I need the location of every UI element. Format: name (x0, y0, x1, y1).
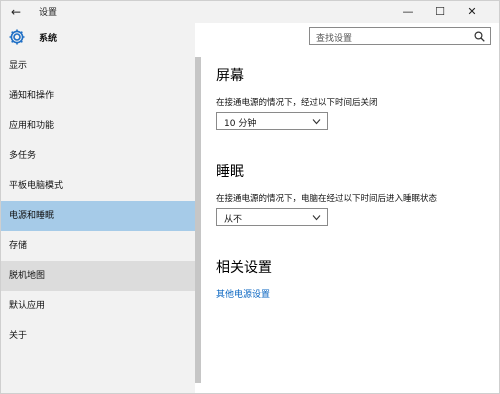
close-button[interactable]: ✕ (457, 1, 487, 23)
chevron-down-icon (312, 215, 321, 221)
back-button[interactable]: ← (7, 3, 25, 21)
title-bar: ← 设置 — ☐ ✕ (1, 1, 499, 23)
sidebar-item-storage[interactable]: 存储 (1, 231, 195, 261)
window-title: 设置 (39, 8, 58, 18)
sidebar-item-default-apps[interactable]: 默认应用 (1, 291, 195, 321)
sleep-description: 在接通电源的情况下，电脑在经过以下时间后进入睡眠状态 (216, 194, 438, 204)
minimize-button[interactable]: — (393, 1, 423, 23)
sidebar: 系统 显示 通知和操作 应用和功能 多任务 平板电脑模式 电源和睡眠 存储 脱机… (1, 23, 195, 393)
sidebar-item-notifications[interactable]: 通知和操作 (1, 81, 195, 111)
screen-timeout-dropdown[interactable]: 10 分钟 (216, 112, 328, 130)
sleep-heading: 睡眠 (216, 164, 244, 180)
maximize-button[interactable]: ☐ (425, 1, 455, 23)
related-settings-heading: 相关设置 (216, 260, 272, 276)
screen-description: 在接通电源的情况下，经过以下时间后关闭 (216, 98, 378, 108)
sidebar-item-apps[interactable]: 应用和功能 (1, 111, 195, 141)
sidebar-item-multitasking[interactable]: 多任务 (1, 141, 195, 171)
sidebar-item-offline-maps[interactable]: 脱机地图 (1, 261, 195, 291)
sleep-timeout-dropdown[interactable]: 从不 (216, 208, 328, 226)
search-icon[interactable] (474, 31, 485, 42)
search-placeholder: 查找设置 (316, 34, 353, 44)
sidebar-item-about[interactable]: 关于 (1, 321, 195, 351)
sidebar-scrollbar[interactable] (195, 57, 201, 383)
screen-timeout-value: 10 分钟 (224, 119, 257, 129)
additional-power-settings-link[interactable]: 其他电源设置 (216, 287, 270, 300)
sidebar-item-tablet-mode[interactable]: 平板电脑模式 (1, 171, 195, 201)
search-input[interactable]: 查找设置 (309, 27, 491, 45)
sidebar-item-power-sleep[interactable]: 电源和睡眠 (1, 201, 195, 231)
screen-heading: 屏幕 (216, 68, 244, 84)
gear-icon (9, 29, 25, 45)
sidebar-item-display[interactable]: 显示 (1, 51, 195, 81)
sidebar-title: 系统 (39, 34, 58, 44)
chevron-down-icon (312, 119, 321, 125)
sleep-timeout-value: 从不 (224, 215, 243, 225)
settings-window: ← 设置 — ☐ ✕ 系统 显示 通知和操作 应用和功能 多任务 平板电脑模式 … (0, 0, 500, 394)
